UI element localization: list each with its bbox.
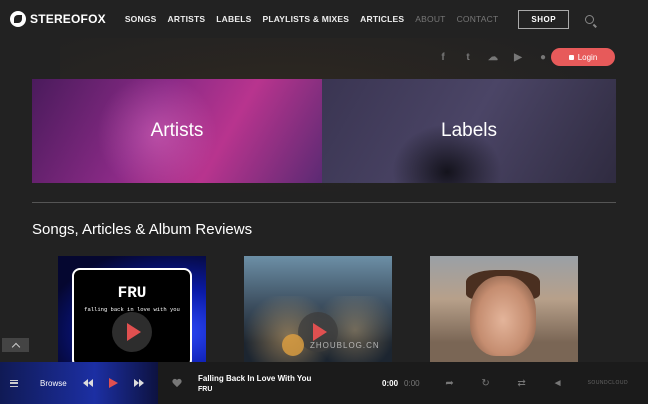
volume-icon[interactable]: ◄ <box>552 378 564 389</box>
shop-button[interactable]: SHOP <box>518 9 570 29</box>
total-time: 0:00 <box>404 378 420 388</box>
artists-tile-label: Artists <box>150 120 204 141</box>
labels-tile[interactable]: Labels <box>322 79 616 183</box>
fox-logo-icon <box>10 11 26 27</box>
song-card-fru[interactable]: FRU falling back in love with you <box>58 256 206 364</box>
nav-item-songs[interactable]: SONGS <box>125 14 157 24</box>
player-controls: Browse <box>0 362 158 404</box>
login-button[interactable]: Login <box>551 48 615 66</box>
section-title: Songs, Articles & Album Reviews <box>32 221 253 238</box>
search-icon[interactable] <box>585 14 595 24</box>
lock-icon <box>568 54 574 60</box>
play-button-icon[interactable] <box>112 312 152 352</box>
menu-icon[interactable] <box>10 379 18 387</box>
chevron-up-icon <box>11 342 20 351</box>
nav-item-about[interactable]: ABOUT <box>415 14 445 24</box>
divider <box>32 202 616 203</box>
top-navigation: STEREOFOX SONGS ARTISTS LABELS PLAYLISTS… <box>0 0 648 38</box>
social-links: f t ☁ ▶ ● <box>436 52 561 63</box>
previous-track-icon[interactable] <box>82 379 93 387</box>
soundcloud-icon[interactable]: ☁ <box>486 52 500 63</box>
album-title: FRU <box>117 284 147 302</box>
track-artist: FRU <box>198 385 213 393</box>
browse-button[interactable]: Browse <box>40 379 67 388</box>
portrait-image <box>470 276 536 356</box>
heart-icon[interactable] <box>172 379 182 388</box>
article-card-portrait[interactable] <box>430 256 578 364</box>
login-label: Login <box>577 52 598 62</box>
nav-item-labels[interactable]: LABELS <box>216 14 251 24</box>
twitter-icon[interactable]: t <box>461 52 475 63</box>
logo-text: STEREOFOX <box>30 12 106 26</box>
share-icon[interactable]: ➦ <box>444 378 456 389</box>
watermark-logo-icon <box>282 334 304 356</box>
scroll-to-top-button[interactable] <box>2 338 29 352</box>
repeat-icon[interactable]: ↻ <box>480 378 492 389</box>
now-playing: Falling Back In Love With You FRU <box>198 374 368 393</box>
spotify-icon[interactable]: ● <box>536 52 550 63</box>
current-time: 0:00 <box>382 378 399 388</box>
nav-item-articles[interactable]: ARTICLES <box>360 14 404 24</box>
watermark-text: ZHOUBLOG.CN <box>310 340 380 350</box>
nav-item-artists[interactable]: ARTISTS <box>168 14 206 24</box>
labels-tile-label: Labels <box>441 120 497 141</box>
page: STEREOFOX SONGS ARTISTS LABELS PLAYLISTS… <box>0 0 648 404</box>
next-track-icon[interactable] <box>133 379 144 387</box>
nav-item-playlists[interactable]: PLAYLISTS & MIXES <box>262 14 349 24</box>
shuffle-icon[interactable]: ⇄ <box>516 378 528 389</box>
logo[interactable]: STEREOFOX <box>10 11 106 27</box>
music-player: Browse Falling Back In Love With You FRU… <box>0 362 648 404</box>
youtube-icon[interactable]: ▶ <box>511 52 525 63</box>
artists-tile[interactable]: Artists <box>32 79 322 183</box>
nav-item-contact[interactable]: CONTACT <box>457 14 499 24</box>
soundcloud-source-label: SOUNDCLOUD <box>587 380 629 386</box>
watermark: ZHOUBLOG.CN <box>282 330 432 360</box>
facebook-icon[interactable]: f <box>436 52 450 63</box>
track-title: Falling Back In Love With You <box>198 373 312 383</box>
play-icon[interactable] <box>108 378 118 388</box>
